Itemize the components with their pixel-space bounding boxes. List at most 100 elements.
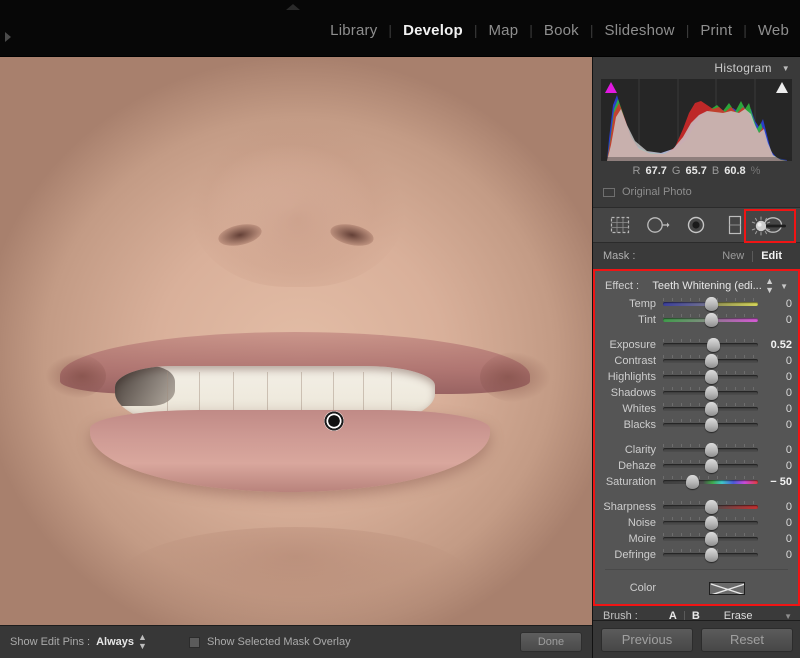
slider-label: Exposure	[599, 339, 663, 351]
stepper-icon[interactable]: ▲▼	[138, 633, 147, 651]
slider-defringe[interactable]: Defringe 0	[595, 547, 798, 563]
slider-value: 0	[758, 460, 792, 472]
histogram-title: Histogram	[714, 61, 771, 75]
histogram-chart[interactable]	[601, 79, 792, 161]
slider-blacks[interactable]: Blacks 0	[595, 417, 798, 433]
slider-label: Blacks	[599, 419, 663, 431]
tool-strip	[593, 207, 800, 243]
histogram-header[interactable]: Histogram ▼	[593, 57, 800, 79]
slider-value: 0	[758, 298, 792, 310]
photo-image	[0, 57, 592, 625]
color-row[interactable]: Color	[595, 576, 798, 598]
show-edit-pins-value[interactable]: Always	[96, 636, 134, 648]
r-value: 67.7	[646, 165, 667, 177]
module-print[interactable]: Print	[689, 22, 743, 39]
slider-contrast[interactable]: Contrast 0	[595, 353, 798, 369]
show-edit-pins-label: Show Edit Pins :	[10, 636, 90, 648]
r-label: R	[633, 165, 641, 177]
slider-exposure[interactable]: Exposure 0.52	[595, 337, 798, 353]
slider-label: Sharpness	[599, 501, 663, 513]
mask-row: Mask : New Edit	[593, 243, 800, 269]
effect-preset-value[interactable]: Teeth Whitening (edi...	[651, 280, 763, 292]
slider-value: 0	[758, 355, 792, 367]
slider-value: 0.52	[758, 339, 792, 351]
color-swatch[interactable]	[709, 582, 745, 595]
mouth-region	[60, 332, 530, 507]
reset-button[interactable]: Reset	[701, 628, 793, 652]
rgb-readout: R 67.7 G 65.7 B 60.8 %	[593, 161, 800, 181]
shadow-clipping-indicator[interactable]	[605, 82, 617, 93]
slider-value: − 50	[758, 476, 792, 488]
slider-label: Contrast	[599, 355, 663, 367]
b-label: B	[712, 165, 719, 177]
original-photo-checkbox[interactable]	[603, 188, 615, 197]
done-button[interactable]: Done	[520, 632, 582, 652]
module-develop[interactable]: Develop	[392, 22, 474, 39]
slider-temp[interactable]: Temp 0	[595, 296, 798, 312]
divider	[605, 569, 788, 570]
slider-noise[interactable]: Noise 0	[595, 515, 798, 531]
slider-value: 0	[758, 549, 792, 561]
slider-label: Highlights	[599, 371, 663, 383]
slider-value: 0	[758, 444, 792, 456]
left-panel-toggle-arrow[interactable]	[2, 30, 14, 44]
module-slideshow[interactable]: Slideshow	[594, 22, 686, 39]
crop-overlay-icon[interactable]	[607, 213, 633, 237]
slider-value: 0	[758, 387, 792, 399]
module-book[interactable]: Book	[533, 22, 590, 39]
slider-tint[interactable]: Tint 0	[595, 312, 798, 328]
slider-value: 0	[758, 517, 792, 529]
edit-pin[interactable]	[324, 411, 344, 431]
slider-dehaze[interactable]: Dehaze 0	[595, 458, 798, 474]
spot-removal-icon[interactable]	[645, 213, 671, 237]
mouth-corner-right	[480, 352, 550, 402]
slider-label: Saturation	[599, 476, 663, 488]
slider-moire[interactable]: Moire 0	[595, 531, 798, 547]
slider-label: Noise	[599, 517, 663, 529]
effect-row[interactable]: Effect : Teeth Whitening (edi... ▲▼ ▼	[595, 276, 798, 296]
adjustment-brush-icon	[750, 216, 790, 236]
slider-label: Tint	[599, 314, 663, 326]
slider-highlights[interactable]: Highlights 0	[595, 369, 798, 385]
color-label: Color	[599, 582, 663, 594]
panel-footer-buttons: Previous Reset	[593, 620, 800, 658]
show-mask-overlay-checkbox[interactable]	[189, 637, 200, 648]
histogram-svg	[601, 79, 792, 161]
brush-effect-panel-highlight: Effect : Teeth Whitening (edi... ▲▼ ▼ Te…	[593, 269, 800, 606]
slider-sharpness[interactable]: Sharpness 0	[595, 499, 798, 515]
stepper-icon[interactable]: ▲▼	[765, 277, 774, 295]
mask-label: Mask :	[603, 250, 635, 262]
highlight-clipping-indicator[interactable]	[776, 82, 788, 93]
adjustment-brush-tool-highlight[interactable]	[744, 209, 796, 243]
lower-lip	[90, 410, 490, 492]
slider-label: Moire	[599, 533, 663, 545]
top-panel-toggle-arrow[interactable]	[284, 2, 302, 12]
slider-value: 0	[758, 419, 792, 431]
slider-value: 0	[758, 371, 792, 383]
photo-preview-area[interactable]	[0, 57, 592, 625]
mouth-corner-left	[46, 354, 106, 398]
slider-shadows[interactable]: Shadows 0	[595, 385, 798, 401]
teeth-shadow	[115, 366, 175, 406]
mask-new-button[interactable]: New	[714, 250, 752, 262]
slider-label: Defringe	[599, 549, 663, 561]
slider-clarity[interactable]: Clarity 0	[595, 442, 798, 458]
previous-button[interactable]: Previous	[601, 628, 693, 652]
original-photo-label: Original Photo	[622, 186, 692, 198]
chevron-down-icon[interactable]: ▼	[782, 64, 790, 73]
module-library[interactable]: Library	[319, 22, 388, 39]
module-web[interactable]: Web	[747, 22, 800, 39]
module-map[interactable]: Map	[477, 22, 529, 39]
bottom-toolbar: Show Edit Pins : Always ▲▼ Show Selected…	[0, 625, 592, 658]
mask-edit-button[interactable]: Edit	[753, 250, 790, 262]
chin-region	[120, 527, 470, 625]
g-label: G	[672, 165, 681, 177]
slider-whites[interactable]: Whites 0	[595, 401, 798, 417]
nose-region	[190, 117, 405, 287]
right-panel: Histogram ▼ R 67.7 G 65.7	[592, 57, 800, 658]
red-eye-icon[interactable]	[683, 213, 709, 237]
chevron-down-icon[interactable]: ▼	[780, 282, 788, 291]
slider-saturation[interactable]: Saturation − 50	[595, 474, 798, 490]
original-photo-row[interactable]: Original Photo	[593, 181, 800, 203]
percent-unit: %	[751, 165, 761, 177]
